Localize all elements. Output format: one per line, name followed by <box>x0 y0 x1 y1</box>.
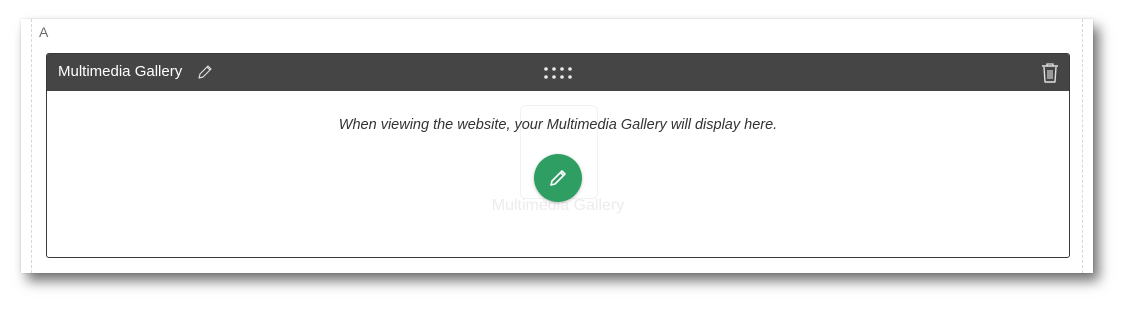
pencil-icon[interactable] <box>197 64 213 80</box>
trash-icon[interactable] <box>1040 62 1060 84</box>
zone-label: A <box>39 24 49 40</box>
display-message: When viewing the website, your Multimedi… <box>338 117 778 133</box>
drag-handle-icon[interactable] <box>543 66 573 80</box>
widget-title: Multimedia Gallery <box>58 63 183 80</box>
multimedia-gallery-widget: Multimedia Gallery Multimedia Gallery Wh… <box>46 53 1070 258</box>
page-frame: A Multimedia Gallery Multimedia Gallery … <box>21 19 1093 273</box>
pencil-icon <box>550 170 566 186</box>
widget-body: Multimedia Gallery When viewing the webs… <box>47 91 1069 257</box>
edit-widget-button[interactable] <box>534 154 582 202</box>
widget-header: Multimedia Gallery <box>47 54 1069 91</box>
